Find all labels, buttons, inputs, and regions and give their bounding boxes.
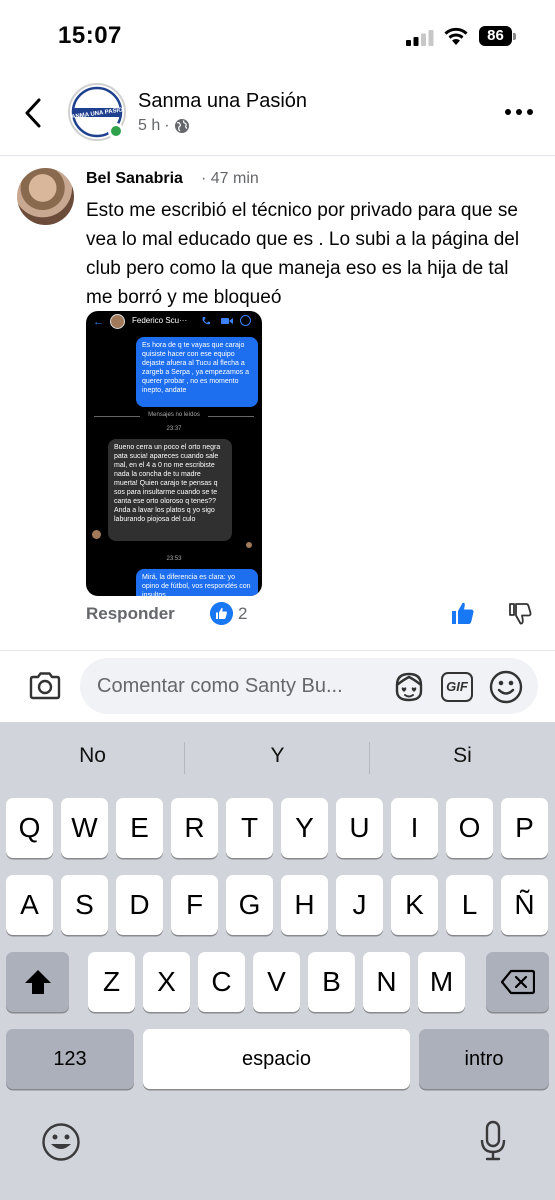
comment-placeholder[interactable]: Comentar como Santy Bu... <box>97 675 343 698</box>
key-x[interactable]: X <box>143 952 190 1012</box>
keyboard: No Y Si Q W E R T Y U I O P A S D F G H … <box>0 722 555 1200</box>
wifi-icon <box>444 27 468 45</box>
key-t[interactable]: T <box>226 798 273 858</box>
cellular-signal-icon <box>406 30 434 46</box>
more-options-icon[interactable] <box>503 102 535 122</box>
return-key[interactable]: intro <box>419 1029 549 1089</box>
commenter-name[interactable]: Bel Sanabria <box>86 170 183 188</box>
key-e[interactable]: E <box>116 798 163 858</box>
key-r[interactable]: R <box>171 798 218 858</box>
video-icon <box>221 318 233 324</box>
gif-icon[interactable]: GIF <box>441 672 473 702</box>
numbers-key[interactable]: 123 <box>6 1029 134 1089</box>
key-m[interactable]: M <box>418 952 465 1012</box>
key-a[interactable]: A <box>6 875 53 935</box>
emoji-icon[interactable] <box>489 670 523 704</box>
post-meta: 5 h · <box>138 117 190 135</box>
key-l[interactable]: L <box>446 875 493 935</box>
like-reaction-icon <box>210 602 233 625</box>
key-i[interactable]: I <box>391 798 438 858</box>
key-h[interactable]: H <box>281 875 328 935</box>
chat-contact-avatar <box>110 314 125 329</box>
key-p[interactable]: P <box>501 798 548 858</box>
online-status-dot <box>108 123 124 139</box>
emoji-keyboard-icon[interactable] <box>41 1122 81 1162</box>
chat-bubble-sent: Es hora de q te vayas que carajo quisist… <box>136 337 258 407</box>
chat-bubble-received: Bueno cerra un poco el orto negra pata s… <box>108 439 232 541</box>
suggestion-3[interactable]: Si <box>370 744 555 768</box>
upvote-icon[interactable] <box>450 600 476 626</box>
key-u[interactable]: U <box>336 798 383 858</box>
key-o[interactable]: O <box>446 798 493 858</box>
key-s[interactable]: S <box>61 875 108 935</box>
status-bar: 15:07 86 <box>0 0 555 70</box>
key-g[interactable]: G <box>226 875 273 935</box>
chat-header: ← Federico Scu··· <box>86 311 262 335</box>
key-f[interactable]: F <box>171 875 218 935</box>
battery-tip <box>513 33 516 40</box>
key-d[interactable]: D <box>116 875 163 935</box>
camera-icon[interactable] <box>28 671 62 701</box>
chat-sender-avatar <box>92 530 101 539</box>
comment-image[interactable]: ← Federico Scu··· Es hora de q te vayas … <box>86 311 262 596</box>
comment-time: · 47 min <box>201 170 259 187</box>
space-key[interactable]: espacio <box>143 1029 410 1089</box>
key-z[interactable]: Z <box>88 952 135 1012</box>
post-age: 5 h <box>138 117 161 134</box>
avatar-sticker-icon[interactable] <box>392 671 426 703</box>
page-name[interactable]: Sanma una Pasión <box>138 90 307 113</box>
chat-timestamp: 23:53 <box>166 556 182 562</box>
key-c[interactable]: C <box>198 952 245 1012</box>
key-k[interactable]: K <box>391 875 438 935</box>
microphone-icon[interactable] <box>480 1120 506 1162</box>
key-n-tilde[interactable]: Ñ <box>501 875 548 935</box>
key-y[interactable]: Y <box>281 798 328 858</box>
commenter-avatar[interactable] <box>17 168 74 225</box>
backspace-icon <box>500 969 535 995</box>
battery-indicator: 86 <box>479 26 517 46</box>
meta-separator: · <box>164 117 170 134</box>
chat-back-icon: ← <box>93 316 104 328</box>
key-b[interactable]: B <box>308 952 355 1012</box>
reply-button[interactable]: Responder <box>86 604 175 624</box>
comment-text: Esto me escribió el técnico por privado … <box>86 200 520 308</box>
backspace-key[interactable] <box>486 952 549 1012</box>
key-n[interactable]: N <box>363 952 410 1012</box>
phone-icon <box>202 317 210 325</box>
info-icon <box>240 315 251 326</box>
status-time: 15:07 <box>58 22 122 49</box>
shift-key[interactable] <box>6 952 69 1012</box>
read-receipt-avatar <box>246 542 252 548</box>
comment-composer: Comentar como Santy Bu... GIF <box>0 650 555 722</box>
unread-divider: Mensajes no leídos <box>94 412 254 422</box>
shift-arrow-icon <box>24 970 51 994</box>
back-chevron-icon[interactable] <box>20 96 48 130</box>
key-w[interactable]: W <box>61 798 108 858</box>
chat-bubble-sent: Mirá, la diferencia es clara: yo opino d… <box>136 569 258 596</box>
chat-timestamp: 23:37 <box>166 426 182 432</box>
key-j[interactable]: J <box>336 875 383 935</box>
key-q[interactable]: Q <box>6 798 53 858</box>
like-count[interactable]: 2 <box>238 604 247 624</box>
suggestion-2[interactable]: Y <box>185 744 370 768</box>
suggestion-1[interactable]: No <box>0 744 185 768</box>
downvote-icon[interactable] <box>507 601 533 627</box>
post-header: SANMA UNA PASION Sanma una Pasión 5 h · <box>0 78 555 156</box>
chat-contact-name: Federico Scu··· <box>132 316 188 325</box>
key-v[interactable]: V <box>253 952 300 1012</box>
battery-level: 86 <box>479 26 512 46</box>
globe-icon <box>174 119 189 133</box>
